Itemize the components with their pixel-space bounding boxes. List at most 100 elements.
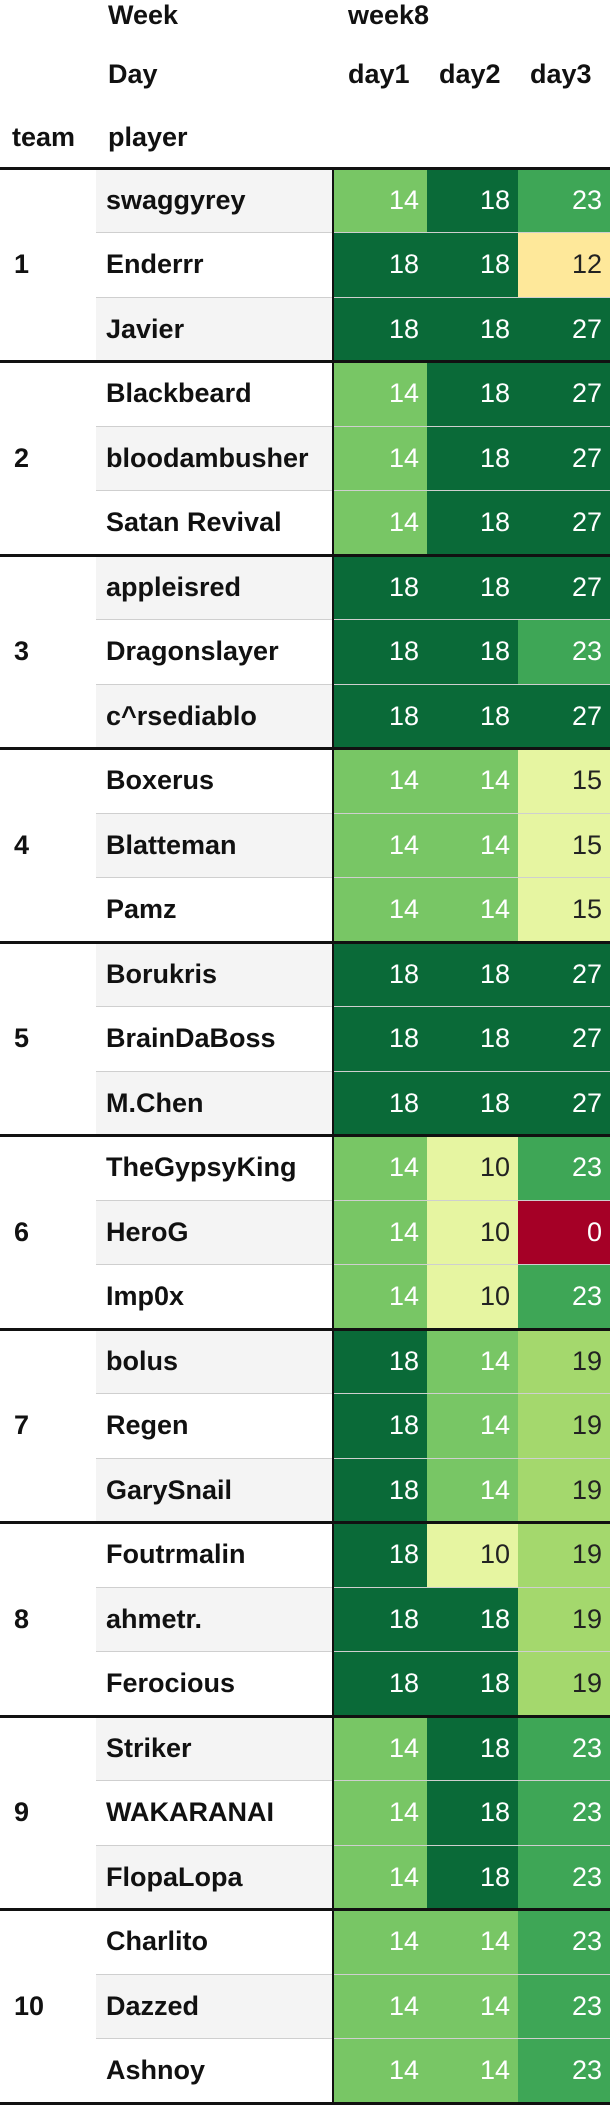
- player-name: Ferocious: [96, 1651, 333, 1716]
- score-day2: 10: [427, 1200, 518, 1265]
- score-day2: 14: [427, 1909, 518, 1974]
- score-day1: 14: [333, 813, 427, 878]
- team-separator-rule: [0, 360, 610, 363]
- score-day3: 15: [518, 813, 610, 878]
- score-day3: 12: [518, 232, 610, 297]
- team-label: 9: [14, 1797, 30, 1828]
- score-table: Week week8 Day day1 day2 day3 team playe…: [0, 0, 610, 2110]
- team-label: 8: [14, 1603, 30, 1634]
- score-day3: 27: [518, 426, 610, 491]
- player-name: WAKARANAI: [96, 1780, 333, 1845]
- row-separator: [96, 1006, 610, 1007]
- score-day2: 18: [427, 232, 518, 297]
- score-day2: 18: [427, 168, 518, 233]
- score-day2: 14: [427, 813, 518, 878]
- week-value: week8: [348, 0, 430, 30]
- score-day3: 19: [518, 1522, 610, 1587]
- score-day2: 18: [427, 1006, 518, 1071]
- team-label: 7: [14, 1410, 30, 1441]
- row-separator: [96, 812, 610, 814]
- team-label: 1: [14, 249, 30, 280]
- row-separator: [96, 232, 610, 233]
- score-day1: 14: [333, 168, 427, 233]
- score-day2: 10: [427, 1264, 518, 1329]
- player-name: Blatteman: [96, 813, 333, 878]
- score-day2: 18: [427, 1716, 518, 1781]
- score-day3: 27: [518, 555, 610, 620]
- player-name: BrainDaBoss: [96, 1006, 333, 1071]
- team-label: 6: [14, 1216, 30, 1247]
- score-day1: 14: [333, 2038, 427, 2103]
- row-separator: [96, 296, 610, 298]
- player-name: Regen: [96, 1393, 333, 1458]
- week-label: Week: [108, 0, 179, 30]
- score-day2: 18: [427, 619, 518, 684]
- score-day2: 18: [427, 361, 518, 426]
- score-day2: 18: [427, 1651, 518, 1716]
- row-separator: [96, 1844, 610, 1846]
- team-separator-rule: [0, 1134, 610, 1137]
- score-day1: 18: [333, 619, 427, 684]
- team-separator-rule: [0, 1521, 610, 1524]
- score-day1: 18: [333, 555, 427, 620]
- score-day3: 27: [518, 490, 610, 555]
- player-name: ahmetr.: [96, 1587, 333, 1652]
- score-day3: 23: [518, 1264, 610, 1329]
- score-day1: 18: [333, 1071, 427, 1136]
- day-label: Day: [108, 58, 158, 89]
- row-separator: [96, 1264, 610, 1265]
- row-separator: [96, 683, 610, 685]
- score-day1: 18: [333, 232, 427, 297]
- player-name: FlopaLopa: [96, 1845, 333, 1910]
- score-day3: 23: [518, 1716, 610, 1781]
- score-day2: 18: [427, 1587, 518, 1652]
- score-day2: 14: [427, 877, 518, 942]
- player-name: TheGypsyKing: [96, 1135, 333, 1200]
- score-day3: 27: [518, 361, 610, 426]
- score-day2: 14: [427, 748, 518, 813]
- player-name: Javier: [96, 297, 333, 362]
- score-day2: 18: [427, 942, 518, 1007]
- team-separator-rule: [0, 1327, 610, 1331]
- score-day1: 18: [333, 1458, 427, 1523]
- row-separator: [96, 1586, 610, 1588]
- score-day1: 14: [333, 1135, 427, 1200]
- player-name: Enderrr: [96, 232, 333, 297]
- score-day3: 27: [518, 684, 610, 749]
- score-day3: 0: [518, 1200, 610, 1265]
- column-divider: [332, 168, 334, 2103]
- score-day1: 14: [333, 877, 427, 942]
- score-day3: 27: [518, 942, 610, 1007]
- score-day3: 15: [518, 748, 610, 813]
- score-day1: 14: [333, 1909, 427, 1974]
- score-day1: 14: [333, 361, 427, 426]
- score-day3: 27: [518, 1071, 610, 1136]
- score-day1: 18: [333, 942, 427, 1007]
- team-separator-rule: [0, 553, 610, 557]
- player-name: Ashnoy: [96, 2038, 333, 2103]
- score-day3: 27: [518, 297, 610, 362]
- score-day3: 19: [518, 1458, 610, 1523]
- score-day1: 18: [333, 1522, 427, 1587]
- row-separator: [96, 1651, 610, 1652]
- score-day2: 14: [427, 2038, 518, 2103]
- day-header-1: day1: [348, 58, 410, 89]
- score-day2: 18: [427, 1845, 518, 1910]
- score-day3: 19: [518, 1587, 610, 1652]
- player-column-header: player: [108, 121, 188, 152]
- player-name: bolus: [96, 1329, 333, 1394]
- player-name: M.Chen: [96, 1071, 333, 1136]
- score-day1: 14: [333, 1780, 427, 1845]
- team-label: 2: [14, 442, 30, 473]
- score-day1: 14: [333, 1716, 427, 1781]
- score-day2: 18: [427, 555, 518, 620]
- player-name: Pamz: [96, 877, 333, 942]
- score-day1: 18: [333, 1587, 427, 1652]
- team-separator-rule: [0, 1908, 610, 1911]
- score-day3: 23: [518, 168, 610, 233]
- player-name: GarySnail: [96, 1458, 333, 1523]
- score-day1: 14: [333, 426, 427, 491]
- row-separator: [96, 1780, 610, 1781]
- score-day3: 23: [518, 2038, 610, 2103]
- score-day2: 18: [427, 1071, 518, 1136]
